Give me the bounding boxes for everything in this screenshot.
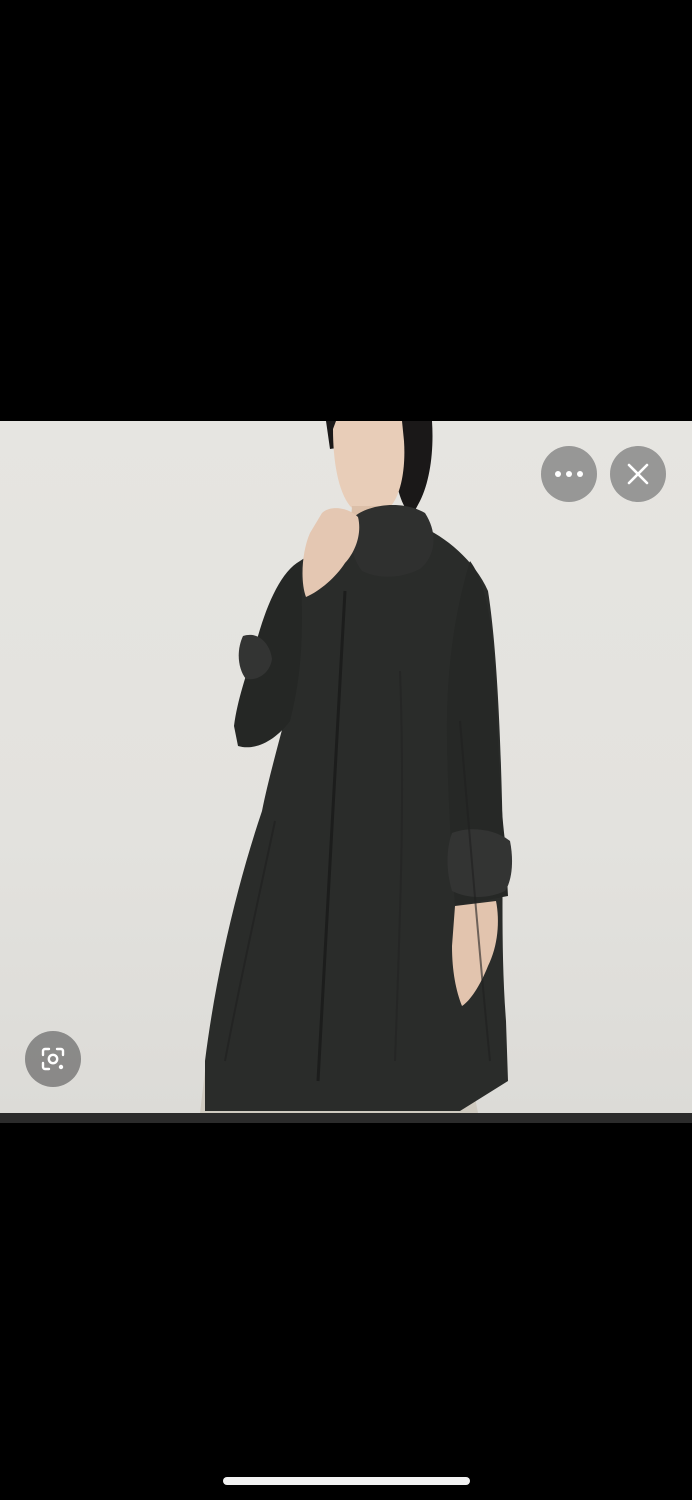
lens-search-icon <box>41 1047 65 1071</box>
lens-search-button[interactable] <box>25 1031 81 1087</box>
ellipsis-icon <box>555 471 583 477</box>
more-options-button[interactable] <box>541 446 597 502</box>
close-icon <box>627 463 649 485</box>
coat-illustration <box>200 421 513 1113</box>
image-viewer-screen <box>0 0 692 1500</box>
photo-bottom-strip <box>0 1113 692 1123</box>
product-photo[interactable] <box>0 421 692 1113</box>
home-indicator[interactable] <box>223 1477 470 1485</box>
close-button[interactable] <box>610 446 666 502</box>
